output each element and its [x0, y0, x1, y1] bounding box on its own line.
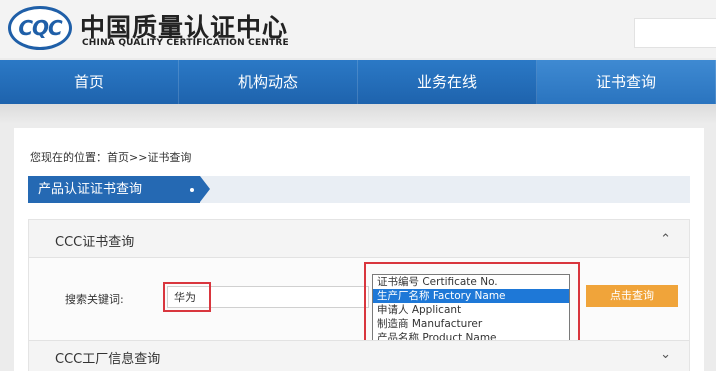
- section-title-tag: 产品认证证书查询: [28, 176, 210, 203]
- panel-title: CCC证书查询: [55, 235, 135, 250]
- breadcrumb-prefix: 您现在的位置：: [30, 151, 107, 164]
- cqc-logo[interactable]: CQC: [8, 6, 72, 50]
- section-title: 产品认证证书查询: [38, 182, 143, 197]
- breadcrumb-separator: >>: [129, 151, 148, 164]
- nav-item-business[interactable]: 业务在线: [358, 60, 537, 104]
- site-header: CQC 中国质量认证中心 CHINA QUALITY CERTIFICATION…: [0, 0, 716, 58]
- option-manufacturer[interactable]: 制造商 Manufacturer: [373, 317, 569, 331]
- breadcrumb-current: 证书查询: [147, 151, 192, 164]
- logo-text: CQC: [18, 16, 62, 40]
- search-type-listbox[interactable]: 证书编号 Certificate No. 生产厂名称 Factory Name …: [372, 274, 570, 348]
- factory-info-panel-header[interactable]: CCC工厂信息查询 ⌄: [29, 340, 689, 371]
- nav-item-home[interactable]: 首页: [0, 60, 179, 104]
- factory-info-panel-title: CCC工厂信息查询: [55, 352, 161, 367]
- keyword-label: 搜索关键词:: [65, 293, 124, 306]
- main-nav: 首页 机构动态 业务在线 证书查询: [0, 60, 716, 104]
- main-content: 您现在的位置：首页>>证书查询 产品认证证书查询 CCC证书查询 ⌃ 搜索关键词…: [14, 128, 704, 371]
- keyword-input[interactable]: [167, 286, 369, 308]
- ccc-certificate-panel: CCC证书查询 ⌃ 搜索关键词: 证书编号 Certificate No. 生产…: [28, 219, 690, 371]
- breadcrumb: 您现在的位置：首页>>证书查询: [30, 149, 191, 165]
- chevron-up-icon[interactable]: ⌃: [660, 232, 671, 247]
- panel-header[interactable]: CCC证书查询 ⌃: [29, 220, 689, 258]
- breadcrumb-home-link[interactable]: 首页: [107, 151, 129, 164]
- nav-item-news[interactable]: 机构动态: [179, 60, 358, 104]
- header-search-box[interactable]: [634, 18, 716, 48]
- nav-shadow: [0, 104, 716, 124]
- option-factory-name[interactable]: 生产厂名称 Factory Name: [373, 289, 569, 303]
- option-certificate-no[interactable]: 证书编号 Certificate No.: [373, 275, 569, 289]
- dot-icon: [190, 188, 194, 192]
- option-applicant[interactable]: 申请人 Applicant: [373, 303, 569, 317]
- org-name-english: CHINA QUALITY CERTIFICATION CENTRE: [82, 38, 289, 48]
- chevron-down-icon[interactable]: ⌄: [660, 347, 671, 362]
- search-button[interactable]: 点击查询: [586, 285, 678, 307]
- nav-item-certificate-query[interactable]: 证书查询: [537, 60, 716, 104]
- section-title-bar: 产品认证证书查询: [28, 176, 690, 203]
